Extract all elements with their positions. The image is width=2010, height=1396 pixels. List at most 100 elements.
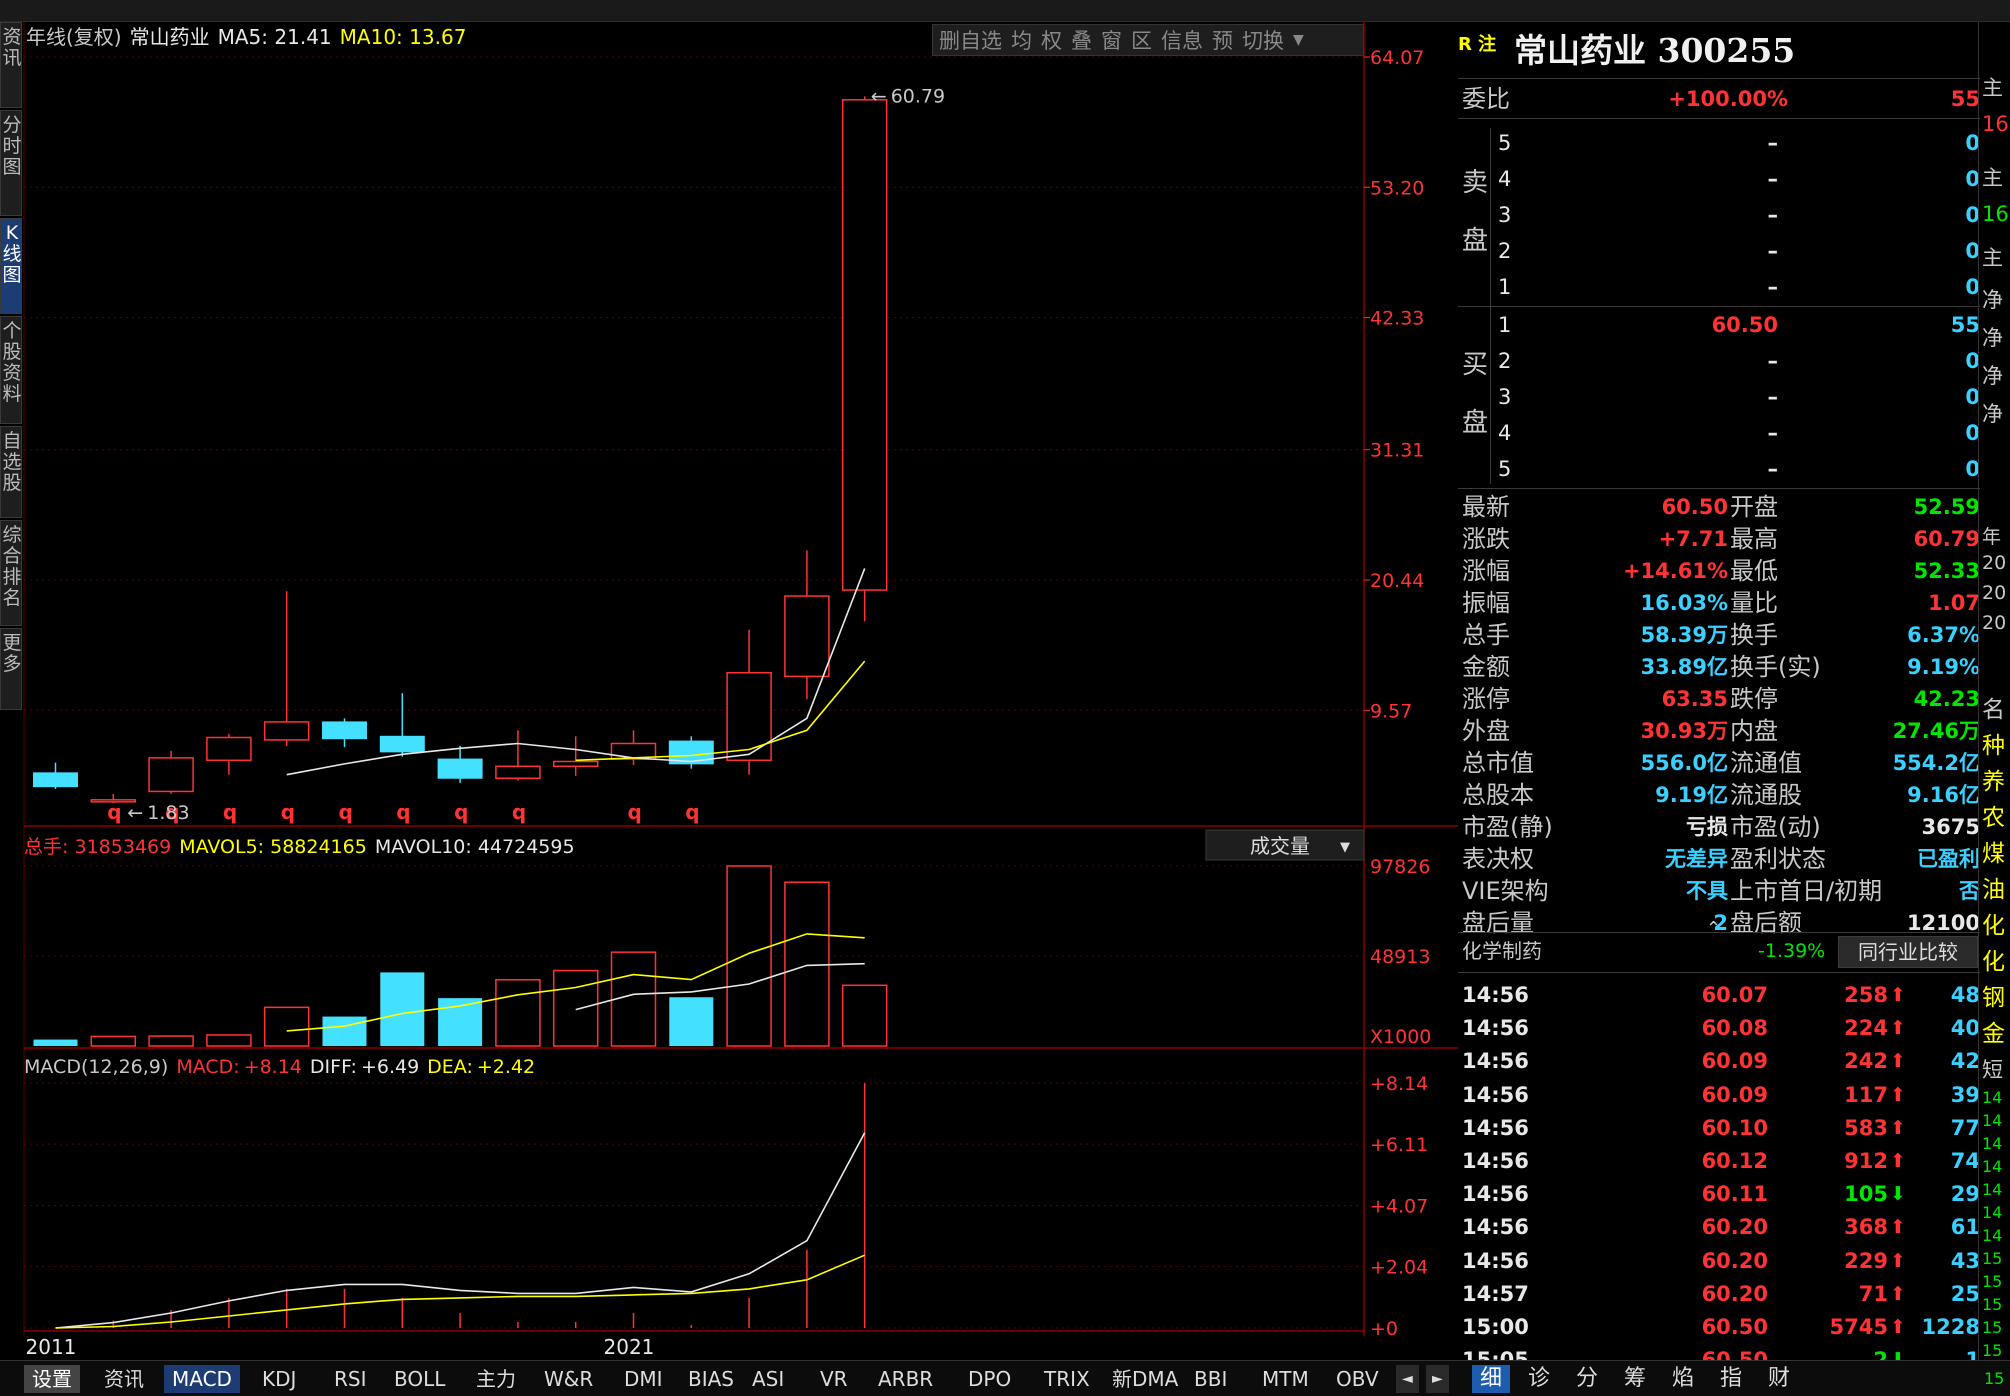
- indicator-tab-17[interactable]: MTM: [1254, 1365, 1317, 1393]
- buy-volume: 0: [1965, 349, 1980, 373]
- candle-body: [33, 772, 78, 788]
- chevron-down-icon[interactable]: ▼: [1293, 32, 1304, 48]
- tick-price: 60.08: [1701, 1016, 1768, 1041]
- detail-tab-0[interactable]: 细: [1472, 1365, 1511, 1393]
- line-divider: [1458, 932, 1980, 933]
- edge-number: 15: [1982, 1272, 2003, 1291]
- kline-y-tick-label: 64.07: [1370, 47, 1424, 69]
- toolbar-item-1[interactable]: 均: [1011, 25, 1032, 55]
- detail-tab-2[interactable]: 分: [1568, 1365, 1606, 1393]
- buy-level: 3: [1498, 385, 1512, 409]
- scroll-right-icon[interactable]: ►: [1426, 1365, 1449, 1393]
- price-annotation-arrow: ←: [871, 85, 887, 107]
- volume-legend-value: 58824165: [270, 836, 367, 858]
- edge-label: 20: [1982, 552, 2007, 574]
- x-tick-label: 2011: [26, 1335, 77, 1359]
- tick-row: 14:56 60.10 583 ⬆ 77: [1458, 1113, 1980, 1143]
- indicator-tab-5[interactable]: BOLL: [386, 1365, 453, 1393]
- detail-tab-5[interactable]: 指: [1712, 1365, 1750, 1393]
- buy-price: –: [1767, 457, 1779, 481]
- indicator-tab-13[interactable]: DPO: [960, 1365, 1019, 1393]
- sell-level: 1: [1498, 275, 1512, 299]
- x-tick-label: 2021: [604, 1335, 655, 1359]
- toolbar-item-0[interactable]: 删自选: [939, 25, 1002, 55]
- candle-body: [263, 721, 310, 741]
- sell-level: 4: [1498, 167, 1512, 191]
- stat-label: 换手(实): [1730, 653, 1821, 681]
- indicator-tab-14[interactable]: TRIX: [1036, 1365, 1098, 1393]
- toolbar-item-4[interactable]: 窗: [1101, 25, 1122, 55]
- stat-label: 流通股: [1730, 781, 1802, 809]
- buy-side-label: 买: [1462, 350, 1489, 380]
- scroll-left-icon[interactable]: ◄: [1396, 1365, 1419, 1393]
- indicator-tab-1[interactable]: 资讯: [96, 1365, 152, 1393]
- indicator-tab-9[interactable]: BIAS: [680, 1365, 742, 1393]
- macd-legend-name: DIFF:: [310, 1056, 357, 1078]
- toolbar-item-3[interactable]: 叠: [1071, 25, 1092, 55]
- buy-level: 2: [1498, 349, 1512, 373]
- candle-body: [552, 760, 599, 768]
- edge-label: 煤: [1982, 841, 2005, 867]
- sell-volume: 0: [1965, 167, 1980, 191]
- buy-price: –: [1767, 385, 1779, 409]
- stat-value: 60.50: [1661, 495, 1728, 519]
- indicator-tab-0[interactable]: 设置: [24, 1365, 80, 1393]
- indicator-tab-11[interactable]: VR: [812, 1365, 856, 1393]
- candle-body: [437, 758, 483, 779]
- sell-price: –: [1767, 275, 1779, 299]
- tick-price: 60.50: [1701, 1315, 1768, 1339]
- indicator-tab-8[interactable]: DMI: [616, 1365, 671, 1393]
- toolbar-item-8[interactable]: 切换: [1242, 25, 1284, 55]
- stat-value: +7.71: [1658, 527, 1728, 551]
- candle-body: [784, 595, 830, 678]
- toolbar-item-6[interactable]: 信息: [1161, 25, 1203, 55]
- stat-value: +14.61%: [1622, 559, 1728, 583]
- sell-price: –: [1767, 239, 1779, 263]
- volume-legend-value: 44724595: [478, 836, 575, 858]
- buy-price: –: [1767, 349, 1779, 373]
- detail-tab-4[interactable]: 焰: [1664, 1365, 1702, 1393]
- indicator-tab-18[interactable]: OBV: [1328, 1365, 1387, 1393]
- tick-count: 25: [1950, 1281, 1980, 1306]
- indicator-tab-6[interactable]: 主力: [468, 1365, 524, 1393]
- indicator-tab-2[interactable]: MACD: [164, 1365, 240, 1393]
- tick-volume: 242: [1844, 1049, 1888, 1074]
- indicator-tab-4[interactable]: RSI: [326, 1365, 375, 1393]
- industry-compare-button[interactable]: 同行业比较: [1838, 936, 1978, 968]
- candle-body: [495, 765, 541, 780]
- indicator-tab-15[interactable]: 新DMA: [1104, 1365, 1186, 1393]
- detail-tab-1[interactable]: 诊: [1520, 1365, 1558, 1393]
- stat-value: 9.19亿: [1655, 783, 1728, 807]
- stat-label: 开盘: [1730, 493, 1778, 521]
- detail-tab-6[interactable]: 财: [1760, 1365, 1798, 1393]
- detail-tab-3[interactable]: 筹: [1616, 1365, 1654, 1393]
- indicator-tab-10[interactable]: ASI: [744, 1365, 792, 1393]
- tick-time: 14:56: [1462, 1115, 1529, 1140]
- edge-number: 15: [1982, 1318, 2003, 1337]
- kline-legend-value: 13.67: [409, 25, 466, 49]
- toolbar-item-2[interactable]: 权: [1041, 25, 1062, 55]
- buy-price: 60.50: [1711, 313, 1778, 337]
- indicator-tab-12[interactable]: ARBR: [870, 1365, 941, 1393]
- stat-value: 9.19%: [1907, 655, 1980, 679]
- volume-y-tick-label: 48913: [1370, 946, 1430, 968]
- expand-caret-icon[interactable]: ⌃: [1706, 918, 1721, 939]
- stat-value: 52.59: [1913, 495, 1980, 519]
- volume-bar: [148, 1035, 194, 1047]
- buy-price: –: [1767, 421, 1779, 445]
- stat-label: 涨幅: [1462, 557, 1510, 585]
- indicator-tab-16[interactable]: BBI: [1186, 1365, 1235, 1393]
- indicator-tab-7[interactable]: W&R: [536, 1365, 601, 1393]
- edge-label: 20: [1982, 612, 2007, 634]
- toolbar-item-7[interactable]: 预: [1212, 25, 1233, 55]
- stat-label: 表决权: [1462, 845, 1534, 873]
- sell-price: –: [1767, 203, 1779, 227]
- indicator-tab-3[interactable]: KDJ: [254, 1365, 304, 1393]
- edge-label: 养: [1982, 769, 2005, 795]
- stat-value: 33.89亿: [1640, 655, 1728, 679]
- toolbar-item-5[interactable]: 区: [1131, 25, 1152, 55]
- edge-label: 种: [1982, 733, 2005, 759]
- volume-bar: [841, 984, 888, 1047]
- edge-label: 16: [1982, 202, 2009, 226]
- line-divider: [1458, 118, 1980, 119]
